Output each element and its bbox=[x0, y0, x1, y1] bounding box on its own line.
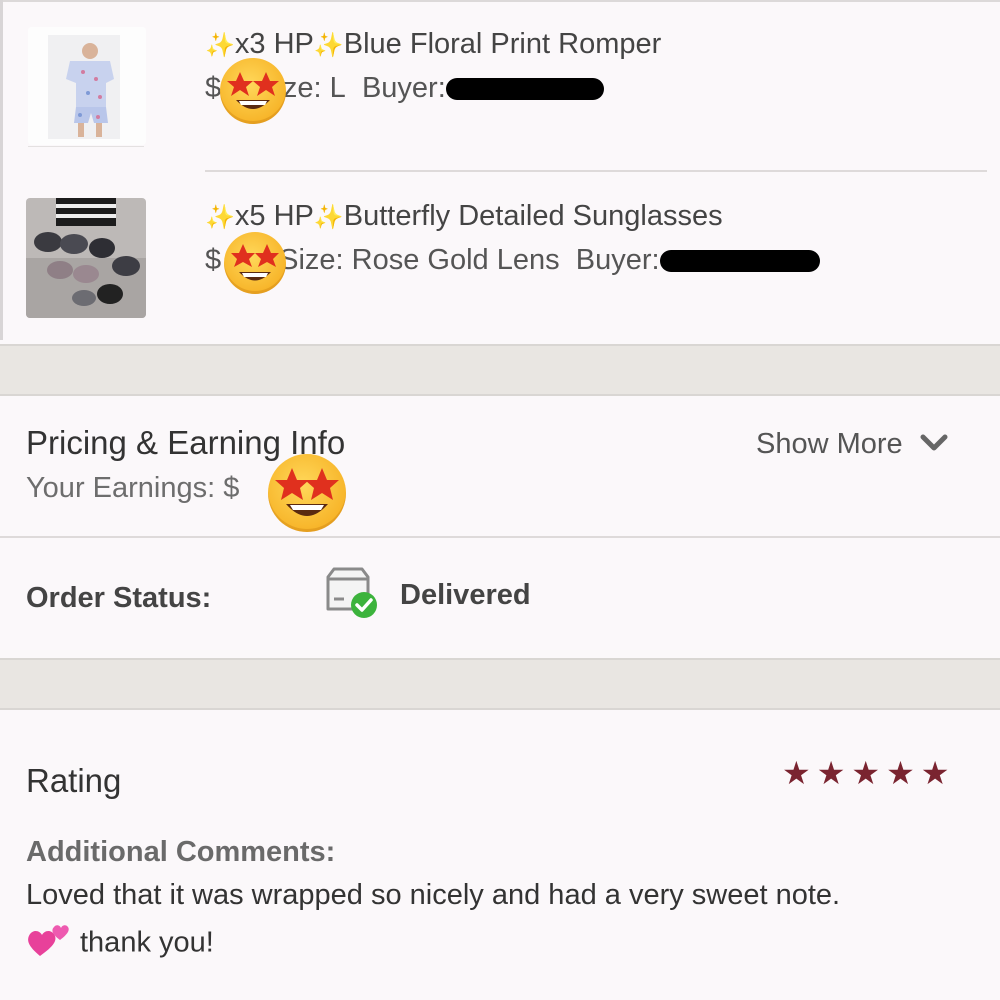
show-more-button[interactable]: Show More bbox=[756, 428, 949, 462]
sparkles-icon: ✨ bbox=[313, 204, 344, 231]
redaction-bar bbox=[659, 250, 820, 273]
star-struck-emoji bbox=[220, 58, 286, 124]
sparkles-icon: ✨ bbox=[313, 32, 344, 59]
section-separator bbox=[0, 658, 1000, 710]
section-divider bbox=[0, 536, 1000, 538]
order-status-value: Delivered bbox=[400, 579, 531, 611]
star-icon: ★ bbox=[920, 755, 950, 791]
star-struck-emoji bbox=[268, 454, 346, 532]
two-hearts-emoji bbox=[26, 922, 70, 966]
comment-text-line2: thank you! bbox=[26, 922, 214, 966]
rating-stars: ★ ★ ★ ★ ★ bbox=[782, 757, 949, 789]
redaction-bar bbox=[445, 78, 604, 101]
item-title[interactable]: ✨x5 HP✨Butterfly Detailed Sunglasses bbox=[205, 200, 723, 233]
star-icon: ★ bbox=[886, 755, 915, 791]
star-icon: ★ bbox=[816, 755, 846, 791]
package-check-icon bbox=[324, 567, 380, 621]
chevron-down-icon bbox=[919, 429, 949, 462]
sparkles-icon: ✨ bbox=[205, 32, 235, 59]
order-status-label: Order Status: bbox=[26, 582, 212, 614]
order-item-sunglasses[interactable]: ✨x5 HP✨Butterfly Detailed Sunglasses $ Si… bbox=[0, 172, 1000, 342]
section-separator bbox=[0, 344, 1000, 396]
rating-title: Rating bbox=[26, 762, 122, 799]
star-struck-emoji bbox=[224, 232, 286, 294]
item-title[interactable]: ✨x3 HP✨Blue Floral Print Romper bbox=[205, 28, 661, 61]
order-item-romper[interactable]: ✨x3 HP✨Blue Floral Print Romper $ Size: L… bbox=[0, 0, 1000, 170]
star-icon: ★ bbox=[851, 755, 881, 791]
star-icon: ★ bbox=[782, 755, 811, 791]
item-meta: $ Size: Rose Gold Lens Buyer: bbox=[205, 244, 820, 277]
thumb-underline bbox=[28, 146, 144, 147]
additional-comments-label: Additional Comments: bbox=[26, 836, 336, 868]
earnings-label: Your Earnings: $ bbox=[26, 472, 240, 504]
sparkles-icon: ✨ bbox=[205, 204, 235, 231]
romper-thumbnail[interactable] bbox=[28, 27, 146, 145]
sunglasses-thumbnail[interactable] bbox=[26, 198, 146, 318]
comment-text: Loved that it was wrapped so nicely and … bbox=[26, 879, 841, 911]
